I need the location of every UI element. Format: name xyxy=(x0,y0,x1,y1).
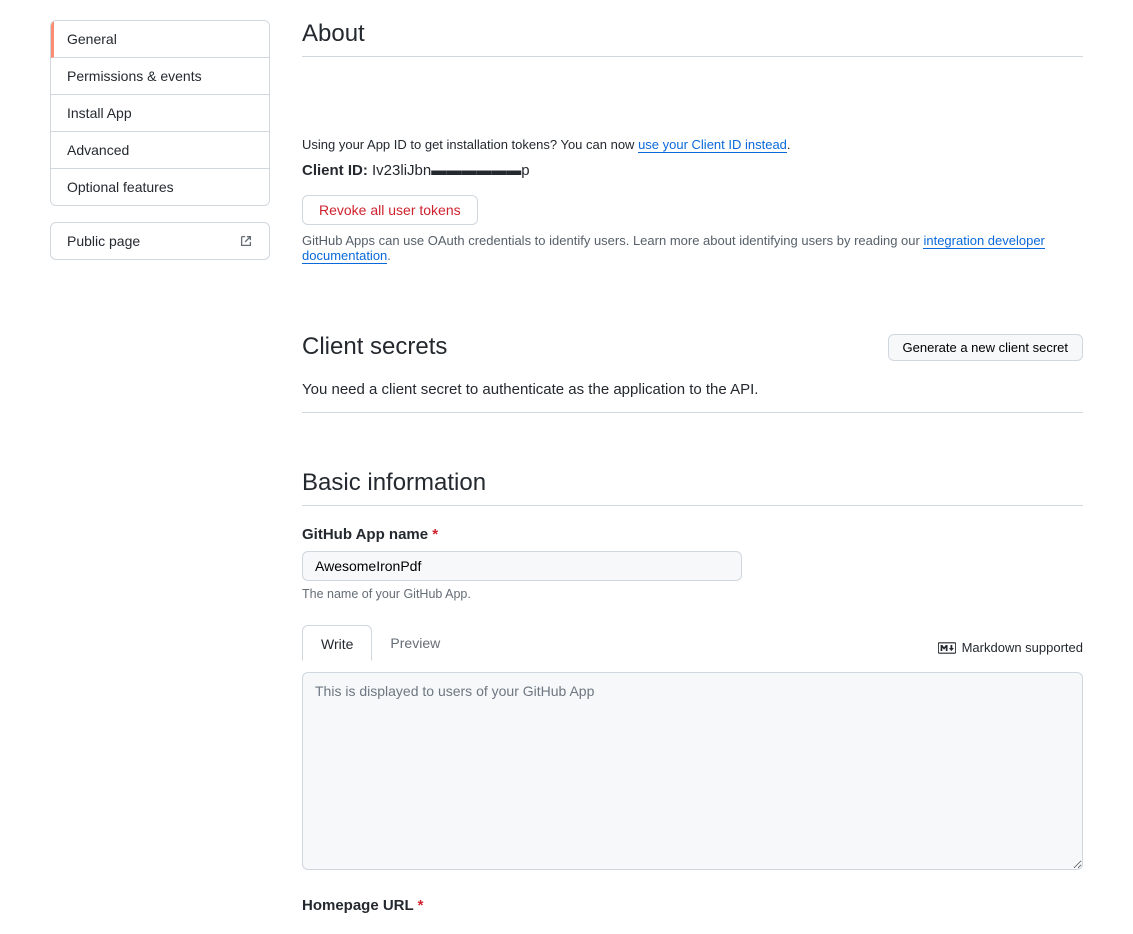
client-id-row: Client ID: Iv23liJbn▬▬▬▬▬▬p xyxy=(302,162,1083,179)
sidebar-item-install-app[interactable]: Install App xyxy=(51,95,269,132)
client-secrets-description: You need a client secret to authenticate… xyxy=(302,381,1083,398)
markdown-supported-hint[interactable]: Markdown supported xyxy=(938,640,1083,661)
settings-sidebar: General Permissions & events Install App… xyxy=(50,20,270,914)
homepage-url-label: Homepage URL * xyxy=(302,897,1083,914)
tab-write[interactable]: Write xyxy=(302,625,372,661)
app-name-label: GitHub App name * xyxy=(302,526,1083,543)
basic-info-heading: Basic information xyxy=(302,469,1083,506)
required-star: * xyxy=(418,897,424,914)
client-id-value: Iv23liJbn▬▬▬▬▬▬p xyxy=(372,162,530,179)
about-heading: About xyxy=(302,20,1083,57)
sidebar-item-advanced[interactable]: Advanced xyxy=(51,132,269,169)
markdown-icon xyxy=(938,642,956,654)
main-content: About Using your App ID to get installat… xyxy=(302,20,1083,914)
editor-tabs: Write Preview xyxy=(302,625,458,661)
app-name-input[interactable] xyxy=(302,551,742,581)
sidebar-item-permissions-events[interactable]: Permissions & events xyxy=(51,58,269,95)
sidebar-item-general[interactable]: General xyxy=(51,21,269,58)
sidebar-item-optional-features[interactable]: Optional features xyxy=(51,169,269,205)
required-star: * xyxy=(432,526,438,543)
public-page-label: Public page xyxy=(67,233,140,249)
external-link-icon xyxy=(239,234,253,248)
description-textarea[interactable] xyxy=(302,672,1083,870)
oauth-help-text: GitHub Apps can use OAuth credentials to… xyxy=(302,233,1083,263)
client-id-label: Client ID: xyxy=(302,162,368,179)
token-notice: Using your App ID to get installation to… xyxy=(302,137,1083,152)
public-page-link[interactable]: Public page xyxy=(50,222,270,260)
client-secrets-heading: Client secrets xyxy=(302,333,447,361)
revoke-tokens-button[interactable]: Revoke all user tokens xyxy=(302,195,478,225)
use-client-id-link[interactable]: use your Client ID instead xyxy=(638,137,787,153)
sidebar-nav: General Permissions & events Install App… xyxy=(50,20,270,206)
app-name-help: The name of your GitHub App. xyxy=(302,587,1083,601)
tab-preview[interactable]: Preview xyxy=(372,625,458,661)
generate-client-secret-button[interactable]: Generate a new client secret xyxy=(888,334,1083,361)
